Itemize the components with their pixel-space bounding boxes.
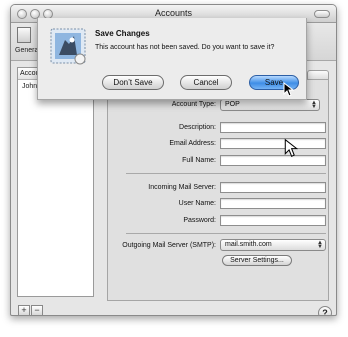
smtp-label: Outgoing Mail Server (SMTP): <box>122 242 216 249</box>
password-field[interactable] <box>220 215 326 226</box>
user-name-field[interactable] <box>220 198 326 209</box>
account-type-value: POP <box>225 101 240 108</box>
account-info-panel: Account Type: POP ▲ ▼ Description: Email … <box>107 79 329 301</box>
add-account-button[interactable]: + <box>18 305 30 315</box>
window-title: Accounts <box>154 8 193 18</box>
full-name-field[interactable] <box>220 155 326 166</box>
incoming-server-field[interactable] <box>220 182 326 193</box>
user-name-label: User Name: <box>178 200 216 207</box>
account-type-select[interactable]: POP ▲ ▼ <box>220 99 320 111</box>
account-type-label: Account Type: <box>171 101 216 108</box>
dont-save-button[interactable]: Don’t Save <box>102 75 164 90</box>
mouse-pointer-icon <box>284 138 298 157</box>
sheet-message: This account has not been saved. Do you … <box>95 44 275 51</box>
incoming-server-label: Incoming Mail Server: <box>148 184 216 191</box>
description-label: Description: <box>179 124 216 131</box>
remove-account-button[interactable]: − <box>31 305 43 315</box>
popup-arrows-icon: ▲ ▼ <box>311 100 317 110</box>
section-divider <box>126 233 326 234</box>
popup-arrows-icon: ▲ ▼ <box>317 240 323 250</box>
sheet-title: Save Changes <box>95 29 150 38</box>
help-button[interactable]: ? <box>318 306 332 315</box>
toolbar-toggle-button[interactable] <box>314 10 330 18</box>
general-icon[interactable] <box>17 27 31 43</box>
mouse-pointer-icon <box>283 82 294 97</box>
password-label: Password: <box>183 217 216 224</box>
email-address-label: Email Address: <box>169 140 216 147</box>
smtp-server-value: mail.smith.com <box>225 241 272 248</box>
server-settings-button[interactable]: Server Settings... <box>222 255 292 266</box>
accounts-list[interactable]: Accounts John Smith <box>17 67 94 297</box>
save-changes-sheet: Save Changes This account has not been s… <box>37 18 307 100</box>
section-divider <box>126 173 326 174</box>
description-field[interactable] <box>220 122 326 133</box>
mail-stamp-icon <box>50 28 86 65</box>
email-address-field[interactable] <box>220 138 326 149</box>
smtp-server-select[interactable]: mail.smith.com ▲ ▼ <box>220 239 326 251</box>
cancel-button[interactable]: Cancel <box>180 75 232 90</box>
full-name-label: Full Name: <box>182 157 216 164</box>
